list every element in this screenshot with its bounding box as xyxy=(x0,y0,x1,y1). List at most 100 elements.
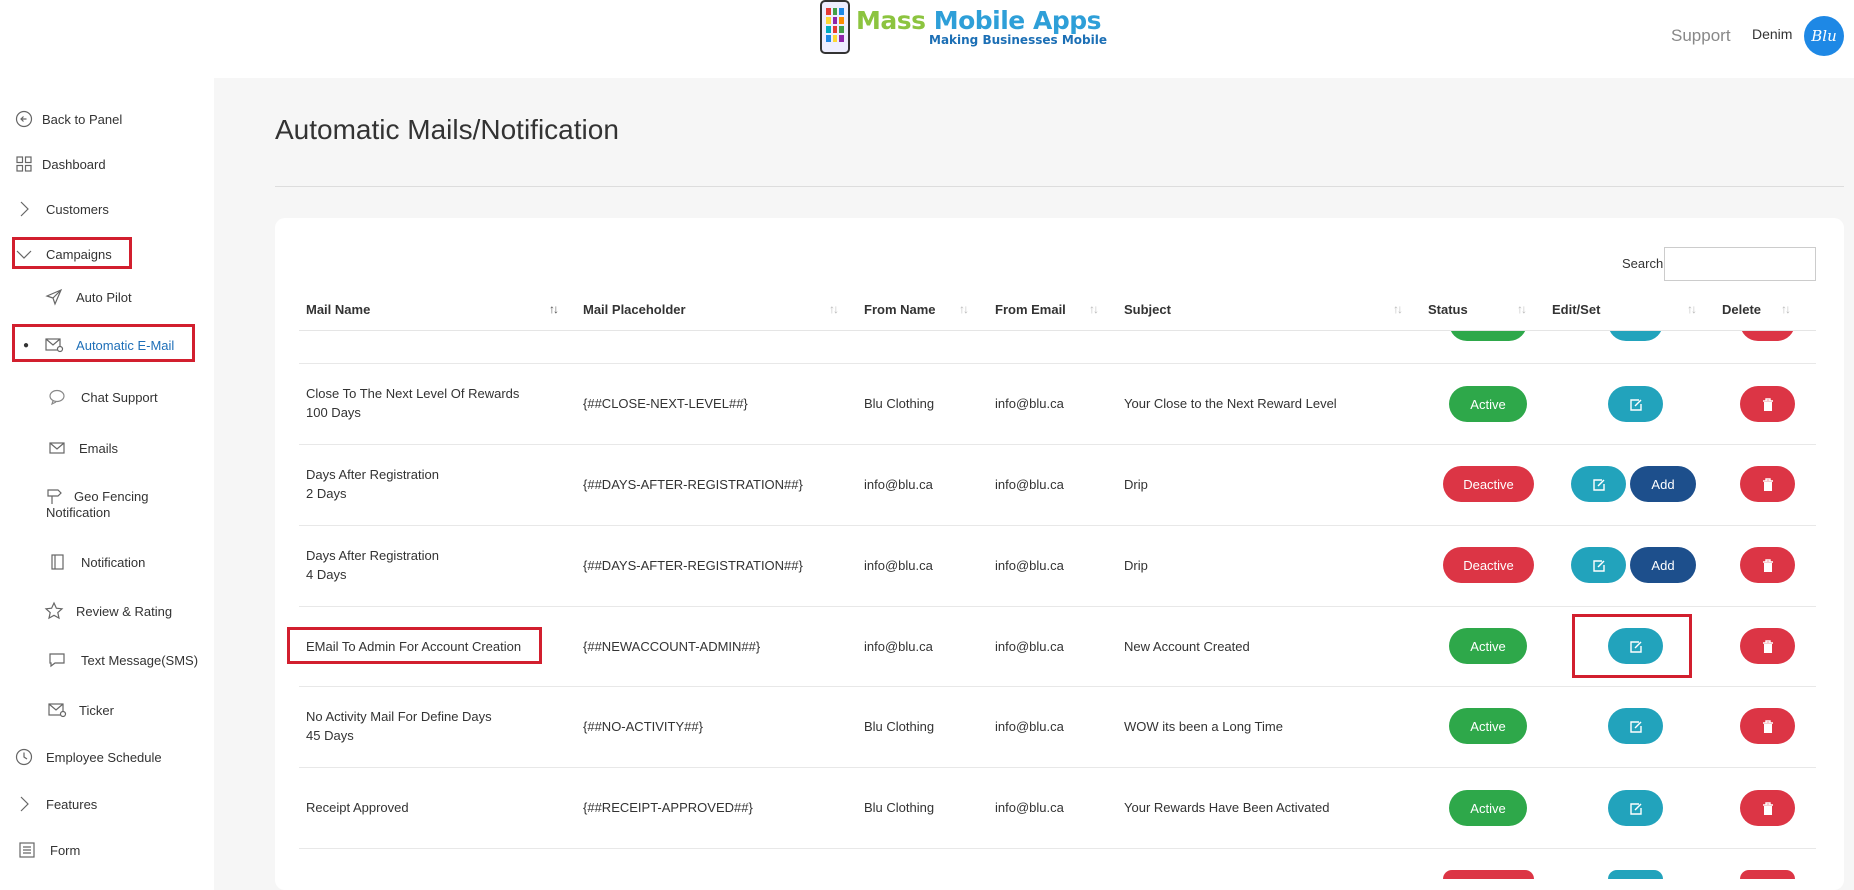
edit-button-clipped xyxy=(1608,870,1663,879)
delete-button[interactable] xyxy=(1740,386,1795,422)
table-row: Days After Registration 4 Days xyxy=(306,546,439,584)
sidebar-item-automatic-email[interactable]: ● Automatic E-Mail xyxy=(23,334,174,356)
column-header-status[interactable]: Status xyxy=(1428,302,1468,317)
book-icon xyxy=(46,551,68,573)
mail-name-days: 4 Days xyxy=(306,567,347,582)
delete-button[interactable] xyxy=(1740,628,1795,664)
sidebar-item-auto-pilot[interactable]: Auto Pilot xyxy=(43,286,132,308)
status-button[interactable]: Deactive xyxy=(1443,466,1534,502)
edit-icon xyxy=(1592,479,1605,491)
from-name-cell: Blu Clothing xyxy=(864,800,935,815)
logo[interactable]: Mass Mobile Apps Making Businesses Mobil… xyxy=(820,0,1107,54)
row-divider xyxy=(299,686,1816,687)
edit-button[interactable] xyxy=(1571,547,1626,583)
edit-button[interactable] xyxy=(1608,708,1663,744)
sidebar-item-campaigns[interactable]: Campaigns xyxy=(13,243,112,265)
chevron-down-icon xyxy=(13,243,35,265)
column-header-subject[interactable]: Subject xyxy=(1124,302,1171,317)
mail-gear-icon xyxy=(46,699,68,721)
status-button[interactable]: Active xyxy=(1449,386,1527,422)
placeholder-cell: {##NEWACCOUNT-ADMIN##} xyxy=(583,639,761,654)
sidebar-item-emails[interactable]: Emails xyxy=(46,437,118,459)
row-divider xyxy=(299,848,1816,849)
sidebar-item-geo-fencing[interactable]: Geo Fencing xyxy=(43,485,148,507)
sidebar-item-employee-schedule[interactable]: Employee Schedule xyxy=(13,746,162,768)
status-button[interactable]: Deactive xyxy=(1443,547,1534,583)
row-divider xyxy=(299,767,1816,768)
sidebar-item-back[interactable]: Back to Panel xyxy=(13,108,122,130)
user-name[interactable]: Denim xyxy=(1752,26,1792,42)
status-button-clipped xyxy=(1443,870,1534,879)
status-button[interactable]: Active xyxy=(1449,708,1527,744)
add-button[interactable]: Add xyxy=(1630,547,1696,583)
sidebar-item-label: Text Message(SMS) xyxy=(81,652,199,668)
from-email-cell: info@blu.ca xyxy=(995,639,1064,654)
sidebar-item-label: Chat Support xyxy=(81,389,158,405)
status-button[interactable]: Active xyxy=(1449,628,1527,664)
edit-button[interactable] xyxy=(1608,790,1663,826)
avatar[interactable]: Blu xyxy=(1804,16,1844,56)
sidebar-item-label: Customers xyxy=(46,201,109,217)
sidebar-item-notification[interactable]: Notification xyxy=(46,551,145,573)
mail-name-cell: EMail To Admin For Account Creation xyxy=(306,639,522,654)
from-email-cell: info@blu.ca xyxy=(995,477,1064,492)
scrolled-row-top xyxy=(299,331,1816,343)
column-header-mail-placeholder[interactable]: Mail Placeholder xyxy=(583,302,686,317)
sidebar-item-dashboard[interactable]: Dashboard xyxy=(13,153,106,175)
delete-button[interactable] xyxy=(1740,547,1795,583)
delete-button[interactable] xyxy=(1740,466,1795,502)
subject-cell: Drip xyxy=(1124,477,1148,492)
sort-icon[interactable]: ↑↓ xyxy=(1781,302,1791,316)
from-email-cell: info@blu.ca xyxy=(995,800,1064,815)
sidebar-item-label: Emails xyxy=(79,440,119,456)
sidebar-item-features[interactable]: Features xyxy=(13,793,97,815)
sidebar-item-customers[interactable]: Customers xyxy=(13,198,109,220)
sidebar-item-chat-support[interactable]: Chat Support xyxy=(46,386,158,408)
phone-logo-icon xyxy=(820,0,850,54)
from-name-cell: Blu Clothing xyxy=(864,396,935,411)
edit-icon xyxy=(1629,641,1642,653)
support-link[interactable]: Support xyxy=(1671,26,1731,46)
column-header-from-email[interactable]: From Email xyxy=(995,302,1066,317)
subject-cell: Your Close to the Next Reward Level xyxy=(1124,396,1337,411)
trash-icon xyxy=(1762,720,1773,733)
sort-icon[interactable]: ↑↓ xyxy=(1089,302,1099,316)
edit-button[interactable] xyxy=(1608,628,1663,664)
column-header-mail-name[interactable]: Mail Name xyxy=(306,302,370,317)
search-input[interactable] xyxy=(1664,247,1816,281)
logo-title: Mass Mobile Apps xyxy=(856,6,1102,35)
edit-icon xyxy=(1629,721,1642,733)
placeholder-cell: {##RECEIPT-APPROVED##} xyxy=(583,800,753,815)
sort-icon[interactable]: ↑↓ xyxy=(1687,302,1697,316)
sidebar-item-text-message[interactable]: Text Message(SMS) xyxy=(46,649,198,671)
sidebar-item-form[interactable]: Form xyxy=(16,839,80,861)
trash-icon xyxy=(1762,478,1773,491)
edit-button-clipped xyxy=(1608,331,1663,341)
sidebar-item-ticker[interactable]: Ticker xyxy=(46,699,114,721)
edit-icon xyxy=(1592,560,1605,572)
delete-button[interactable] xyxy=(1740,790,1795,826)
divider xyxy=(275,186,1844,187)
add-button[interactable]: Add xyxy=(1630,466,1696,502)
trash-icon xyxy=(1762,640,1773,653)
trash-icon xyxy=(1762,559,1773,572)
mail-name-cell: Days After Registration xyxy=(306,548,439,563)
subject-cell: WOW its been a Long Time xyxy=(1124,719,1283,734)
delete-button[interactable] xyxy=(1740,708,1795,744)
paper-plane-icon xyxy=(43,286,65,308)
delete-button-clipped xyxy=(1740,870,1795,879)
sort-icon[interactable]: ↑↓ xyxy=(1517,302,1527,316)
sort-icon[interactable]: ↑↓ xyxy=(829,302,839,316)
column-header-delete[interactable]: Delete xyxy=(1722,302,1761,317)
column-header-edit-set[interactable]: Edit/Set xyxy=(1552,302,1600,317)
signpost-icon xyxy=(43,485,65,507)
status-button[interactable]: Active xyxy=(1449,790,1527,826)
column-header-from-name[interactable]: From Name xyxy=(864,302,936,317)
edit-button[interactable] xyxy=(1608,386,1663,422)
sidebar-item-review-rating[interactable]: Review & Rating xyxy=(43,600,172,622)
message-square-icon xyxy=(46,649,68,671)
sort-icon[interactable]: ↑↓ xyxy=(549,302,559,316)
sort-icon[interactable]: ↑↓ xyxy=(1393,302,1403,316)
edit-button[interactable] xyxy=(1571,466,1626,502)
sort-icon[interactable]: ↑↓ xyxy=(959,302,969,316)
